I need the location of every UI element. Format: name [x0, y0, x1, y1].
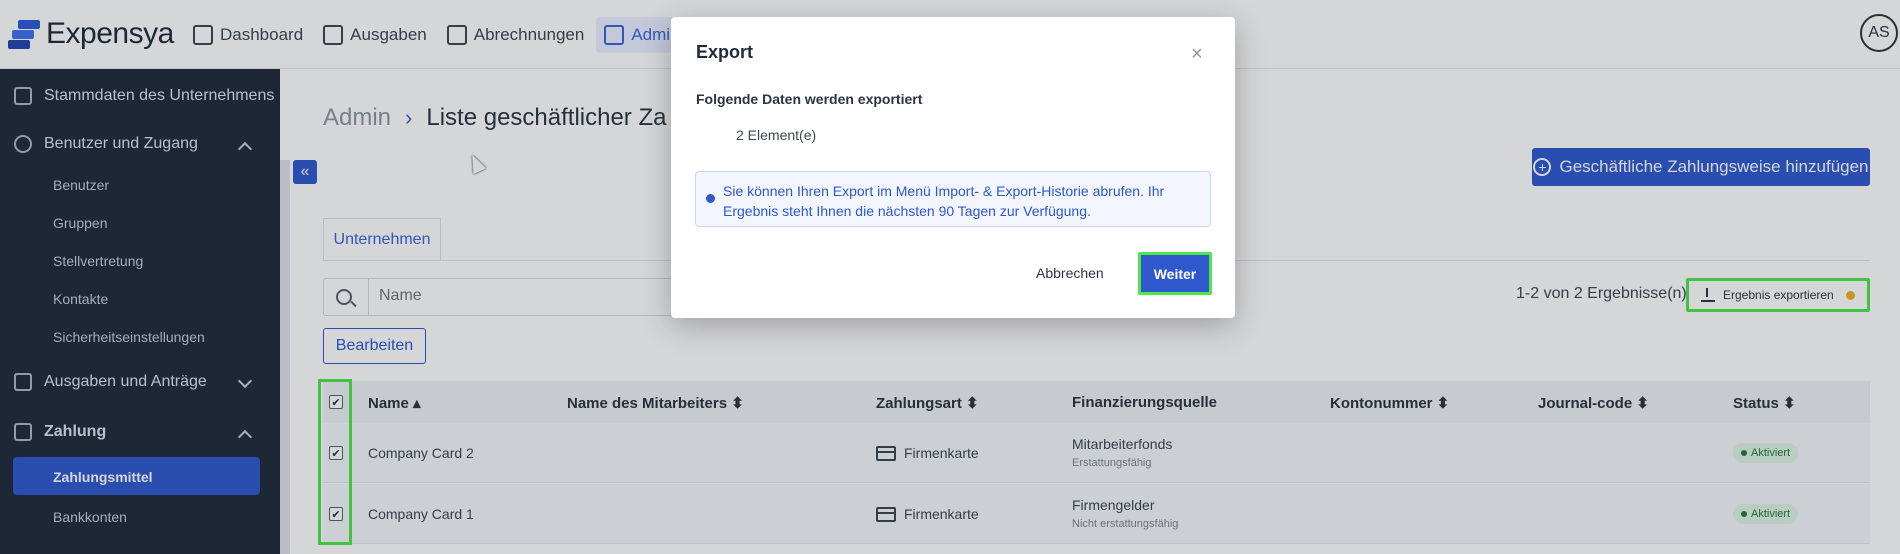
- info-box: Sie können Ihren Export im Menü Import- …: [695, 171, 1211, 227]
- info-text: Sie können Ihren Export im Menü Import- …: [723, 183, 1165, 219]
- export-item-count: 2 Element(e): [736, 127, 817, 143]
- export-dialog: Export × Folgende Daten werden exportier…: [671, 17, 1235, 318]
- close-icon[interactable]: ×: [1191, 43, 1203, 66]
- info-icon: [706, 194, 715, 203]
- cancel-button[interactable]: Abbrechen: [1036, 265, 1104, 281]
- dialog-label: Folgende Daten werden exportiert: [696, 91, 923, 107]
- dialog-title: Export: [696, 42, 754, 62]
- continue-button[interactable]: Weiter: [1138, 252, 1212, 295]
